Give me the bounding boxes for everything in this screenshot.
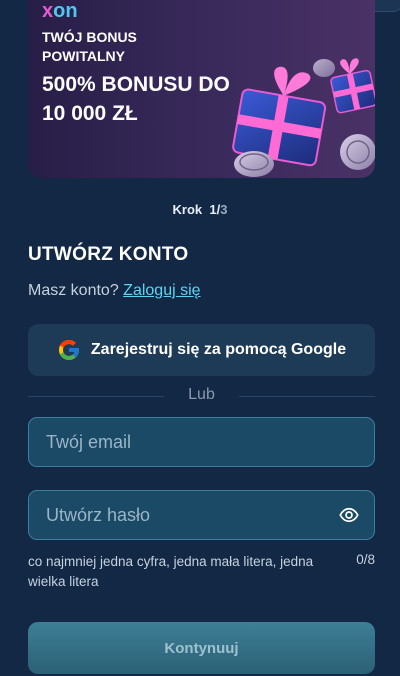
- password-input[interactable]: [29, 491, 319, 539]
- banner-subtitle: Twój bonus powitalny: [42, 29, 137, 64]
- divider-line-right: [239, 396, 375, 397]
- password-length-counter: 0/8: [356, 552, 375, 567]
- have-account-text: Masz konto? Zaloguj się: [28, 282, 201, 299]
- or-divider: Lub: [28, 385, 375, 407]
- email-field-container: [28, 417, 375, 467]
- gift-boxes-illustration: [232, 58, 375, 177]
- google-signup-button[interactable]: Zarejestruj się za pomocą Google: [28, 324, 375, 376]
- brand-logo: xon: [42, 0, 78, 22]
- password-requirements-hint: co najmniej jedna cyfra, jedna mała lite…: [28, 554, 314, 589]
- login-link[interactable]: Zaloguj się: [123, 282, 200, 299]
- or-label: Lub: [188, 386, 215, 403]
- email-input[interactable]: [29, 418, 319, 466]
- continue-button[interactable]: Kontynuuj: [28, 622, 375, 674]
- continue-label: Kontynuuj: [164, 639, 239, 657]
- eye-icon[interactable]: [338, 505, 360, 525]
- step-indicator: Krok 1/3: [172, 202, 228, 217]
- page-title: UTWÓRZ KONTO: [28, 244, 189, 265]
- google-signup-label: Zarejestruj się za pomocą Google: [90, 341, 347, 358]
- google-logo-icon: [58, 340, 79, 360]
- password-field-container: [28, 490, 375, 540]
- welcome-bonus-banner: xon Twój bonus powitalny 500% BONUSU DO …: [28, 0, 375, 178]
